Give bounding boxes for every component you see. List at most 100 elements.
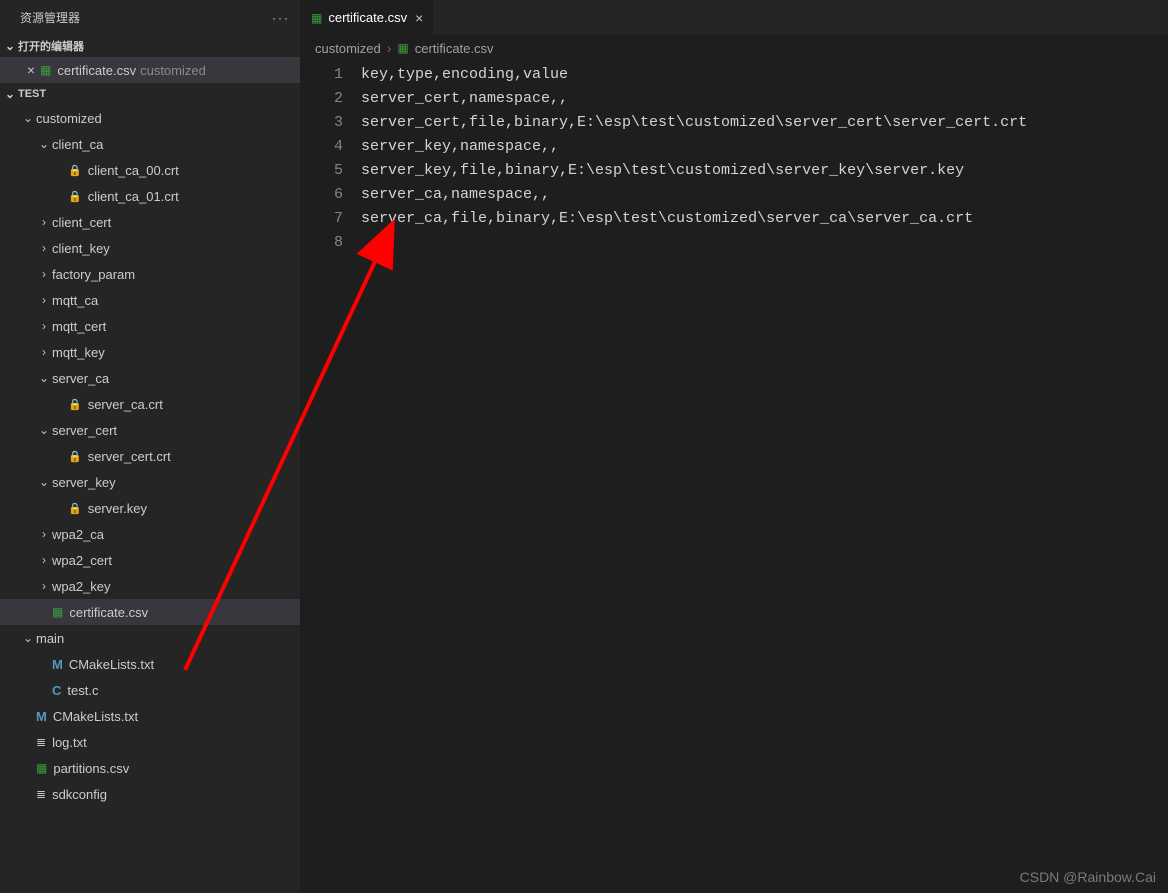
chevron-right-icon: ›: [36, 527, 52, 541]
tab-bar: ▦ certificate.csv ×: [301, 0, 1168, 35]
tree-item-client-ca[interactable]: ⌄client_ca: [0, 131, 300, 157]
tree-item-log-txt[interactable]: ≣ log.txt: [0, 729, 300, 755]
tree-item-test-c[interactable]: Ctest.c: [0, 677, 300, 703]
line-number: 7: [301, 207, 343, 231]
tree-item-label: test.c: [67, 683, 98, 698]
tree-item-label: server_key: [52, 475, 116, 490]
editor-area: ▦ certificate.csv × customized › ▦ certi…: [301, 0, 1168, 893]
tree-item-client-cert[interactable]: ›client_cert: [0, 209, 300, 235]
tree-item-customized[interactable]: ⌄customized: [0, 105, 300, 131]
code-line[interactable]: server_cert,file,binary,E:\esp\test\cust…: [361, 111, 1168, 135]
chevron-down-icon: ⌄: [2, 39, 18, 53]
breadcrumb-file[interactable]: certificate.csv: [415, 41, 494, 56]
tree-item-label: log.txt: [52, 735, 87, 750]
tree-item-wpa2-ca[interactable]: ›wpa2_ca: [0, 521, 300, 547]
chevron-right-icon: ›: [36, 553, 52, 567]
code-line[interactable]: server_ca,file,binary,E:\esp\test\custom…: [361, 207, 1168, 231]
code-line[interactable]: server_key,namespace,,: [361, 135, 1168, 159]
watermark: CSDN @Rainbow.Cai: [1020, 869, 1156, 885]
tree-item-cmakelists-txt[interactable]: MCMakeLists.txt: [0, 703, 300, 729]
tree-item-label: server_cert.crt: [88, 449, 171, 464]
chevron-down-icon: ⌄: [20, 631, 36, 645]
code-content[interactable]: key,type,encoding,valueserver_cert,names…: [361, 61, 1168, 893]
explorer-title: 资源管理器: [20, 9, 80, 26]
tree-item-label: server_ca: [52, 371, 109, 386]
table-file-icon: ▦: [397, 41, 408, 55]
tree-item-server-ca-crt[interactable]: 🔒 server_ca.crt: [0, 391, 300, 417]
line-number: 1: [301, 63, 343, 87]
breadcrumb[interactable]: customized › ▦ certificate.csv: [301, 35, 1168, 61]
tree-item-wpa2-cert[interactable]: ›wpa2_cert: [0, 547, 300, 573]
tree-item-server-ca[interactable]: ⌄server_ca: [0, 365, 300, 391]
lock-file-icon: 🔒: [68, 502, 82, 515]
tree-item-server-cert[interactable]: ⌄server_cert: [0, 417, 300, 443]
chevron-right-icon: ›: [36, 319, 52, 333]
tree-item-mqtt-ca[interactable]: ›mqtt_ca: [0, 287, 300, 313]
cmake-file-icon: M: [36, 709, 47, 724]
line-number: 4: [301, 135, 343, 159]
tree-item-label: customized: [36, 111, 102, 126]
chevron-down-icon: ⌄: [20, 111, 36, 125]
open-editor-item[interactable]: × ▦ certificate.csv customized: [0, 57, 300, 83]
project-header[interactable]: ⌄ TEST: [0, 83, 300, 105]
close-icon[interactable]: ×: [22, 62, 40, 78]
line-number: 2: [301, 87, 343, 111]
tree-item-label: server_ca.crt: [88, 397, 163, 412]
chevron-down-icon: ⌄: [36, 371, 52, 385]
tree-item-label: mqtt_key: [52, 345, 105, 360]
tree-item-cmakelists-txt[interactable]: MCMakeLists.txt: [0, 651, 300, 677]
chevron-right-icon: ›: [36, 345, 52, 359]
tree-item-main[interactable]: ⌄main: [0, 625, 300, 651]
code-editor[interactable]: 12345678 key,type,encoding,valueserver_c…: [301, 61, 1168, 893]
tree-item-label: wpa2_ca: [52, 527, 104, 542]
code-line[interactable]: key,type,encoding,value: [361, 63, 1168, 87]
tree-item-certificate-csv[interactable]: ▦certificate.csv: [0, 599, 300, 625]
tree-item-mqtt-cert[interactable]: ›mqtt_cert: [0, 313, 300, 339]
tree-item-wpa2-key[interactable]: ›wpa2_key: [0, 573, 300, 599]
close-icon[interactable]: ×: [415, 10, 423, 26]
tree-item-label: client_cert: [52, 215, 111, 230]
code-line[interactable]: [361, 231, 1168, 255]
tree-item-mqtt-key[interactable]: ›mqtt_key: [0, 339, 300, 365]
code-line[interactable]: server_cert,namespace,,: [361, 87, 1168, 111]
tab-label: certificate.csv: [328, 10, 407, 25]
sidebar-header: 资源管理器 ···: [0, 0, 300, 35]
chevron-down-icon: ⌄: [36, 423, 52, 437]
chevron-down-icon: ⌄: [2, 87, 18, 101]
line-number: 8: [301, 231, 343, 255]
more-actions-icon[interactable]: ···: [272, 11, 290, 25]
c-file-icon: C: [52, 683, 61, 698]
code-line[interactable]: server_ca,namespace,,: [361, 183, 1168, 207]
line-number: 6: [301, 183, 343, 207]
lock-file-icon: 🔒: [68, 190, 82, 203]
tree-item-client-ca-01-crt[interactable]: 🔒 client_ca_01.crt: [0, 183, 300, 209]
tree-item-label: sdkconfig: [52, 787, 107, 802]
breadcrumb-folder[interactable]: customized: [315, 41, 381, 56]
lock-file-icon: 🔒: [68, 164, 82, 177]
line-number: 5: [301, 159, 343, 183]
text-file-icon: ≣: [36, 735, 46, 749]
chevron-down-icon: ⌄: [36, 137, 52, 151]
chevron-right-icon: ›: [36, 241, 52, 255]
tree-item-factory-param[interactable]: ›factory_param: [0, 261, 300, 287]
tree-item-server-cert-crt[interactable]: 🔒server_cert.crt: [0, 443, 300, 469]
file-tree: ⌄customized⌄client_ca🔒client_ca_00.crt🔒c…: [0, 105, 300, 893]
lock-file-icon: 🔒: [68, 398, 82, 411]
tree-item-client-key[interactable]: ›client_key: [0, 235, 300, 261]
tree-item-sdkconfig[interactable]: ≣sdkconfig: [0, 781, 300, 807]
line-numbers: 12345678: [301, 61, 361, 893]
tree-item-label: client_ca_01.crt: [88, 189, 179, 204]
tree-item-partitions-csv[interactable]: ▦partitions.csv: [0, 755, 300, 781]
code-line[interactable]: server_key,file,binary,E:\esp\test\custo…: [361, 159, 1168, 183]
cmake-file-icon: M: [52, 657, 63, 672]
tree-item-server-key[interactable]: ⌄server_key: [0, 469, 300, 495]
tree-item-label: server_cert: [52, 423, 117, 438]
tree-item-client-ca-00-crt[interactable]: 🔒client_ca_00.crt: [0, 157, 300, 183]
tab-certificate[interactable]: ▦ certificate.csv ×: [301, 0, 434, 35]
tree-item-label: client_key: [52, 241, 110, 256]
project-label: TEST: [18, 88, 46, 100]
open-editors-header[interactable]: ⌄ 打开的编辑器: [0, 35, 300, 57]
tree-item-label: partitions.csv: [53, 761, 129, 776]
sidebar: 资源管理器 ··· ⌄ 打开的编辑器 × ▦ certificate.csv c…: [0, 0, 301, 893]
tree-item-server-key[interactable]: 🔒server.key: [0, 495, 300, 521]
